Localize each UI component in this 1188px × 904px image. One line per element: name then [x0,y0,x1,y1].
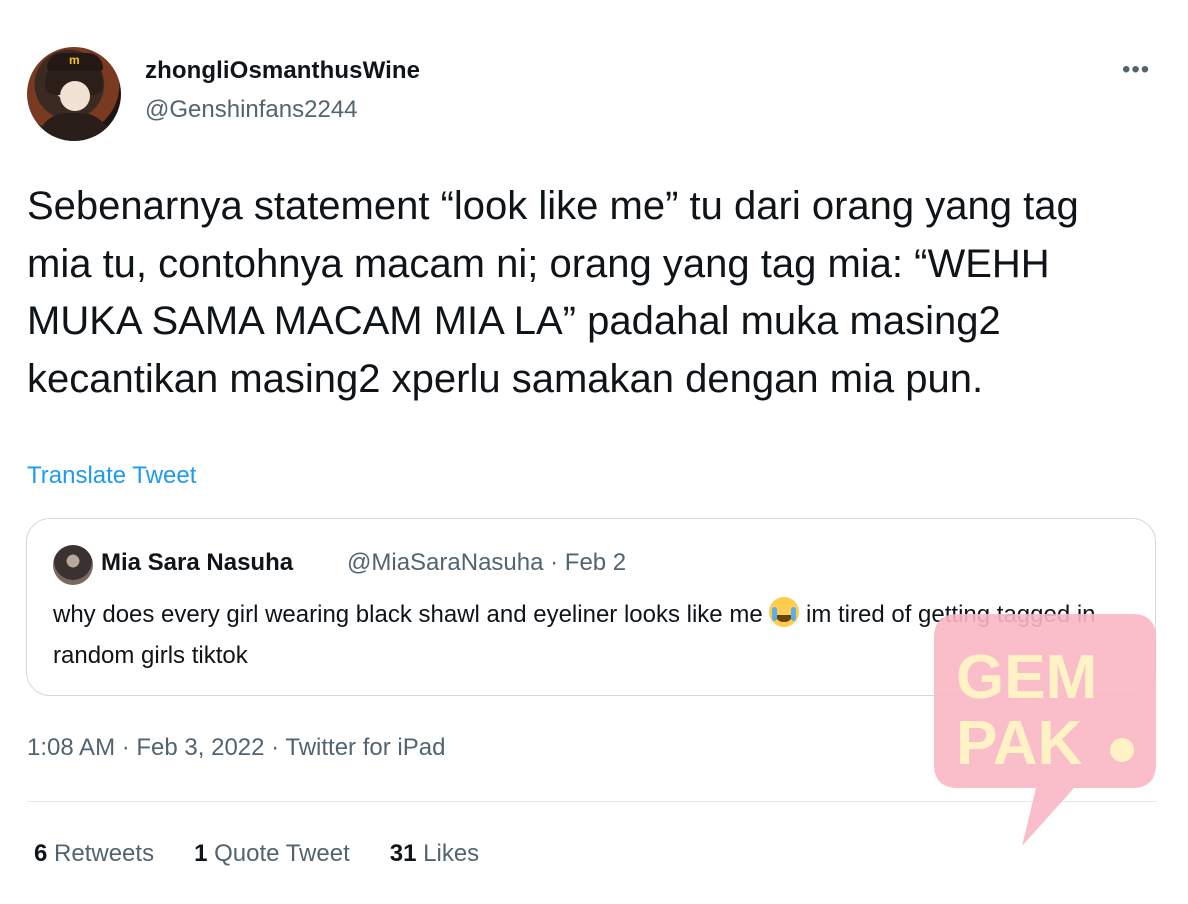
engagement-stats: 6 Retweets 1 Quote Tweet 31 Likes [34,840,479,868]
likes-count: 31 [389,840,417,867]
author-name[interactable]: zhongliOsmanthusWine [145,57,420,85]
gempak-watermark-logo: GEM PAK [934,614,1156,846]
avatar-cap-logo: m [69,53,80,67]
quoted-text-before: why does every girl wearing black shawl … [53,601,770,628]
author-handle[interactable]: @Genshinfans2244 [145,96,358,124]
crying-face-emoji-icon [769,597,800,627]
more-options-icon[interactable]: ••• [1122,56,1150,84]
likes-stat[interactable]: 31 Likes [390,840,479,868]
watermark-line2: PAK [956,709,1083,778]
retweets-label: Retweets [54,840,155,867]
author-avatar[interactable]: m [27,47,121,141]
likes-label: Likes [423,840,480,867]
watermark-smile-icon [1110,738,1134,762]
tweet-timestamp-source[interactable]: 1:08 AM · Feb 3, 2022 · Twitter for iPad [27,734,445,762]
tweet-text: Sebenarnya statement “look like me” tu d… [27,184,1079,401]
quoted-handle-date[interactable]: @MiaSaraNasuha · Feb 2 [347,549,626,577]
retweets-stat[interactable]: 6 Retweets [34,840,154,868]
avatar-face [60,81,90,111]
retweets-count: 6 [34,840,48,867]
quoted-author-name[interactable]: Mia Sara Nasuha [101,549,293,577]
quotes-label: Quote Tweet [214,840,350,867]
translate-tweet-link[interactable]: Translate Tweet [27,462,196,490]
watermark-line1: GEM [956,643,1097,712]
quoted-author-avatar[interactable] [53,545,93,585]
quote-tweets-stat[interactable]: 1 Quote Tweet [194,840,350,868]
avatar-shirt [37,113,111,141]
quotes-count: 1 [194,840,208,867]
